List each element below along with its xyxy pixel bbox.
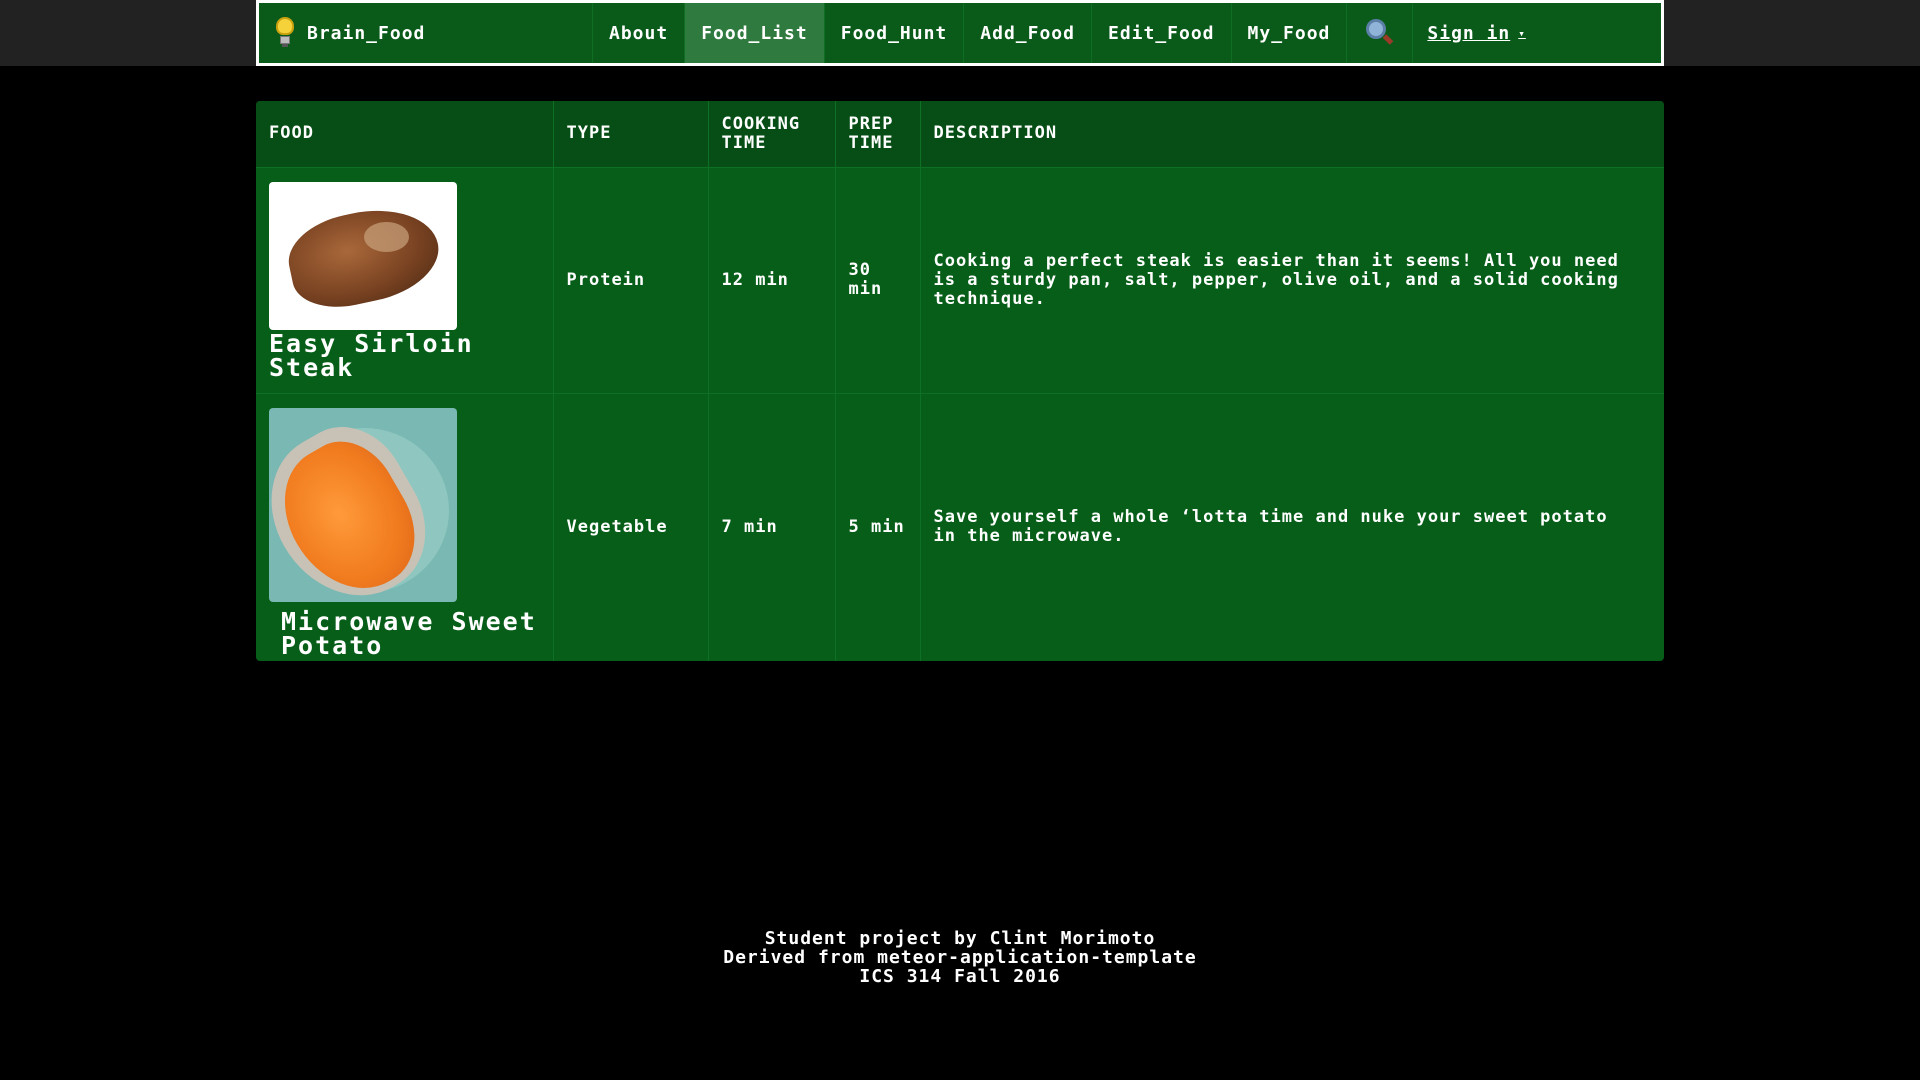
nav-item-food-list[interactable]: Food_List: [685, 3, 825, 63]
search-button[interactable]: [1347, 3, 1414, 63]
sign-in-dropdown[interactable]: Sign in ▾: [1413, 3, 1539, 63]
nav-item-about[interactable]: About: [593, 3, 686, 63]
header-type: TYPE: [553, 101, 709, 167]
header-food: FOOD: [256, 101, 554, 167]
nav-item-edit-food[interactable]: Edit_Food: [1092, 3, 1232, 63]
prep-time-cell: 5 min: [835, 392, 921, 661]
sign-in-label: Sign in: [1427, 22, 1511, 44]
table-row: Microwave Sweet Potato Vegetable 7 min 5…: [256, 392, 1664, 661]
nav-item-my-food[interactable]: My_Food: [1232, 3, 1348, 63]
food-cell: Easy Sirloin Steak: [256, 166, 554, 393]
food-table-container: FOOD TYPE COOKING TIME PREP TIME DESCRIP…: [256, 101, 1664, 661]
type-cell: Vegetable: [553, 392, 709, 661]
description-cell: Save yourself a whole ‘lotta time and nu…: [920, 392, 1664, 661]
sweet-potato-image: [269, 407, 457, 602]
footer-course: ICS 314 Fall 2016: [859, 966, 1061, 987]
nav-item-add-food[interactable]: Add_Food: [964, 3, 1092, 63]
nav-item-food-hunt[interactable]: Food_Hunt: [825, 3, 965, 63]
description-cell: Cooking a perfect steak is easier than i…: [920, 166, 1664, 393]
footer: Student project by Clint Morimoto Derive…: [0, 929, 1920, 986]
cooking-time-cell: 7 min: [708, 392, 836, 661]
footer-credit: Student project by Clint Morimoto: [764, 928, 1156, 949]
caret-down-icon: ▾: [1518, 26, 1526, 40]
food-name: Microwave Sweet Potato: [281, 606, 537, 660]
footer-template: Derived from meteor-application-template: [723, 947, 1197, 968]
prep-time-cell: 30 min: [835, 166, 921, 393]
header-cooking-time: COOKING TIME: [708, 101, 836, 167]
header-prep-time: PREP TIME: [835, 101, 921, 167]
table-row: Easy Sirloin Steak Protein 12 min 30 min…: [256, 166, 1664, 393]
header-description: DESCRIPTION: [933, 123, 1058, 144]
steak-image: [269, 181, 457, 330]
magnifier-icon: [1365, 18, 1395, 48]
table-header-row: FOOD TYPE COOKING TIME PREP TIME DESCRIP…: [256, 101, 1664, 167]
lightbulb-icon: [275, 17, 295, 49]
description-text: Save yourself a whole ‘lotta time and nu…: [933, 507, 1608, 547]
food-name: Easy Sirloin Steak: [269, 328, 474, 382]
type-cell: Protein: [553, 166, 709, 393]
food-table: FOOD TYPE COOKING TIME PREP TIME DESCRIP…: [256, 101, 1664, 661]
food-cell: Microwave Sweet Potato: [256, 392, 554, 661]
navbar: Brain_Food About Food_List Food_Hunt Add…: [256, 0, 1664, 66]
brand-label: Brain_Food: [307, 22, 426, 44]
brand-link[interactable]: Brain_Food: [259, 3, 593, 63]
cooking-time-cell: 12 min: [708, 166, 836, 393]
description-text: Cooking a perfect steak is easier than i…: [933, 250, 1619, 309]
